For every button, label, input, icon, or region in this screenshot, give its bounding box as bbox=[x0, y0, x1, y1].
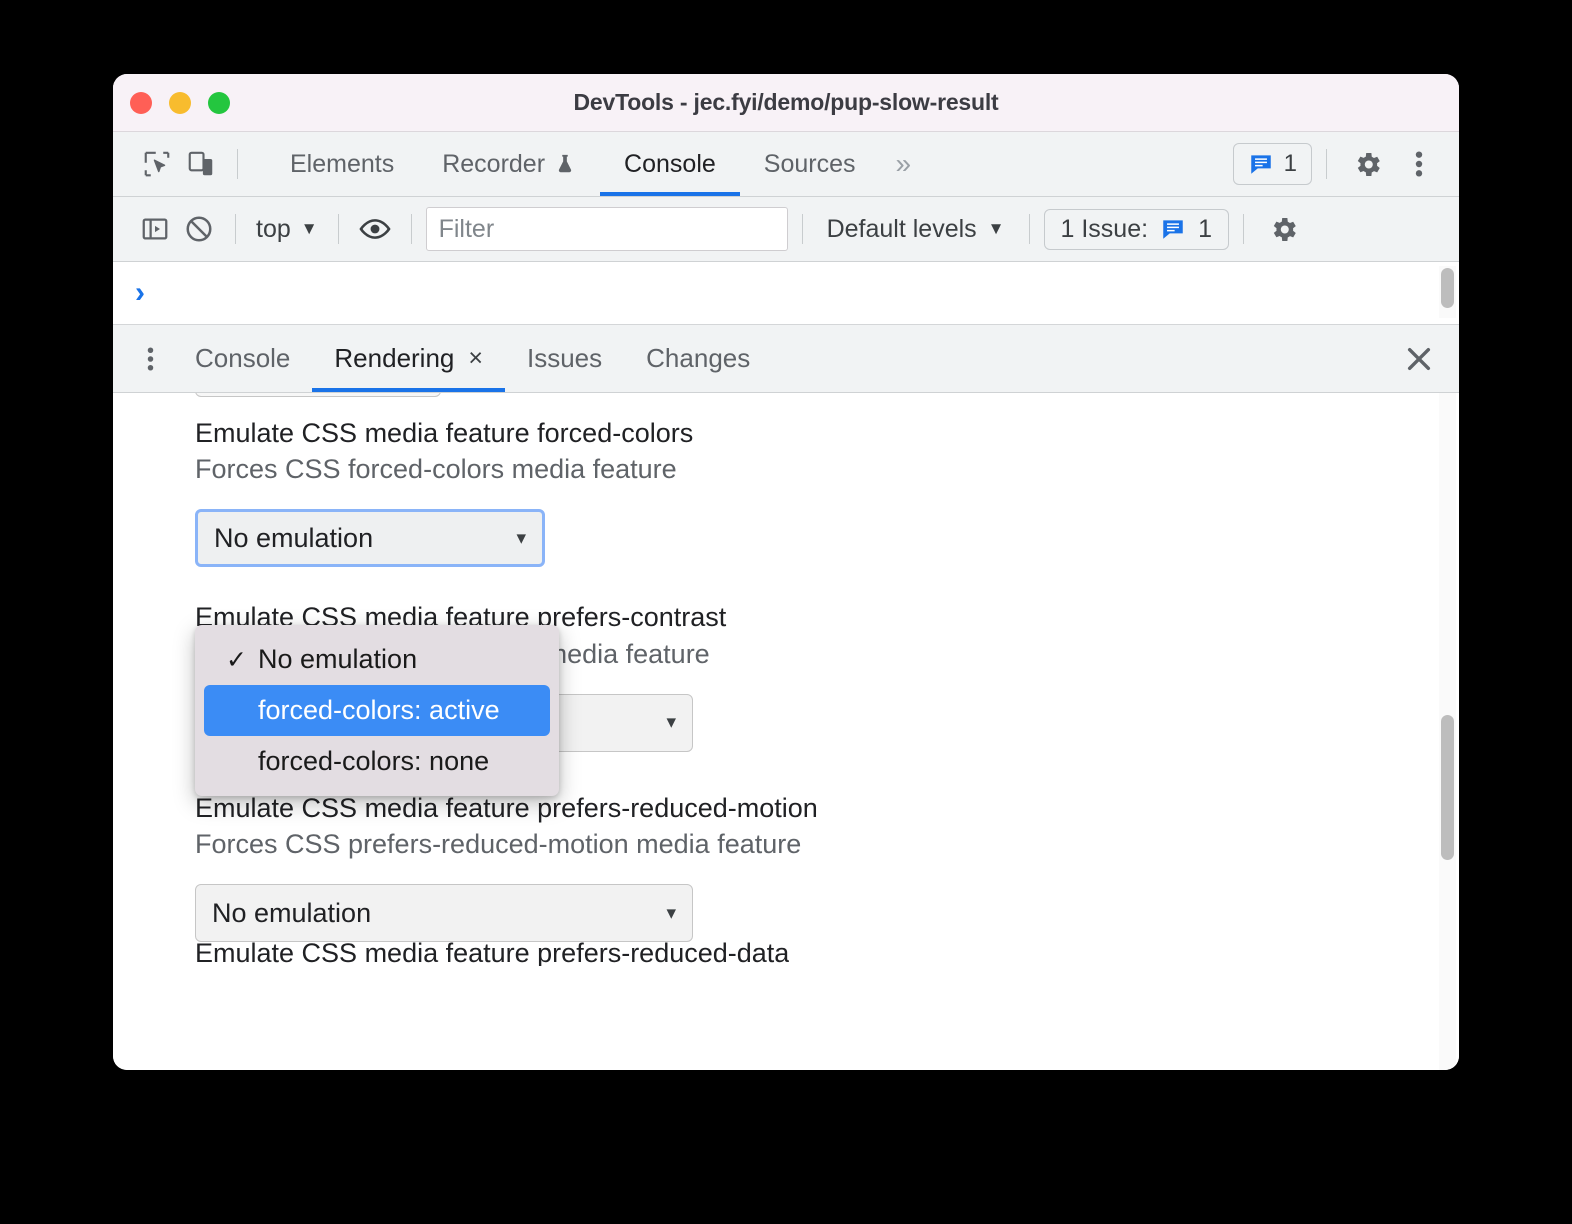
issue-message-icon bbox=[1248, 151, 1274, 177]
forced-colors-dropdown-menu[interactable]: ✓ No emulation forced-colors: active for… bbox=[195, 625, 559, 796]
drawer-tab-console-label: Console bbox=[195, 343, 291, 373]
search-input[interactable] bbox=[425, 207, 788, 251]
setting-forced-colors-description: Forces CSS forced-colors media feature bbox=[195, 454, 677, 485]
issues-counter-count: 1 bbox=[1198, 214, 1212, 243]
kebab-menu-icon[interactable] bbox=[1393, 141, 1445, 187]
inspect-element-icon[interactable] bbox=[135, 142, 179, 186]
experiment-flask-icon bbox=[554, 152, 576, 176]
close-window-button[interactable] bbox=[130, 91, 152, 114]
drawer-more-tools-kebab-icon[interactable] bbox=[127, 325, 173, 392]
chevron-down-icon: ▼ bbox=[300, 219, 318, 238]
setting-prefers-reduced-motion-description: Forces CSS prefers-reduced-motion media … bbox=[195, 828, 802, 859]
screenshot-stage: DevTools - jec.fyi/demo/pup-slow-result bbox=[0, 0, 1572, 1224]
log-levels-selector[interactable]: Default levels ▼ bbox=[817, 215, 1015, 244]
device-toolbar-icon[interactable] bbox=[179, 142, 223, 186]
console-sidebar-icon[interactable] bbox=[133, 207, 177, 251]
execution-context-label: top bbox=[256, 214, 291, 243]
issue-message-icon-small bbox=[1160, 216, 1186, 242]
rendering-panel-content: Emulate CSS media feature forced-colors … bbox=[113, 393, 1459, 966]
console-toolbar-divider-6 bbox=[1242, 214, 1244, 244]
window-titlebar: DevTools - jec.fyi/demo/pup-slow-result bbox=[113, 74, 1459, 132]
rendering-panel: Emulate CSS media feature forced-colors … bbox=[113, 393, 1459, 1070]
clear-console-icon[interactable] bbox=[177, 207, 221, 251]
drawer-tabbar: Console Rendering × Issues Changes bbox=[113, 325, 1459, 393]
window-title: DevTools - jec.fyi/demo/pup-slow-result bbox=[573, 89, 999, 115]
tab-recorder[interactable]: Recorder bbox=[418, 132, 600, 196]
chevron-down-icon-forced-colors: ▾ bbox=[516, 527, 526, 549]
dropdown-option-no-emulation-label: No emulation bbox=[258, 644, 418, 674]
drawer-tab-rendering-label: Rendering bbox=[334, 343, 455, 373]
zoom-window-button[interactable] bbox=[208, 91, 230, 114]
tab-sources-label: Sources bbox=[763, 149, 856, 178]
eye-icon[interactable] bbox=[353, 207, 397, 251]
issues-badge-button[interactable]: 1 bbox=[1232, 143, 1312, 185]
console-toolbar-divider-4 bbox=[801, 214, 803, 244]
dropdown-option-forced-colors-none-label: forced-colors: none bbox=[258, 746, 490, 776]
drawer-tab-issues-label: Issues bbox=[527, 343, 603, 373]
devtools-main-toolbar: Elements Recorder Console Sources » 1 bbox=[113, 132, 1459, 197]
drawer-tab-rendering-close-icon[interactable]: × bbox=[468, 346, 483, 371]
tab-sources[interactable]: Sources bbox=[740, 132, 880, 196]
console-prompt-chevron-icon: › bbox=[135, 276, 145, 309]
clipped-select-above[interactable] bbox=[195, 393, 441, 397]
setting-prefers-reduced-motion-select[interactable]: No emulation ▾ bbox=[195, 884, 693, 943]
rendering-panel-scrollbar[interactable] bbox=[1439, 393, 1456, 1070]
issues-badge-count: 1 bbox=[1283, 150, 1297, 177]
console-toolbar-divider-3 bbox=[410, 214, 412, 244]
tab-console[interactable]: Console bbox=[600, 132, 740, 196]
console-scrollbar-thumb[interactable] bbox=[1441, 268, 1454, 308]
issues-counter-button[interactable]: 1 Issue: 1 bbox=[1043, 208, 1229, 250]
window-controls bbox=[130, 91, 230, 114]
drawer-tab-rendering[interactable]: Rendering × bbox=[312, 325, 505, 392]
dropdown-option-forced-colors-active[interactable]: forced-colors: active bbox=[204, 685, 550, 736]
drawer-tab-changes[interactable]: Changes bbox=[624, 325, 772, 392]
dropdown-option-forced-colors-active-label: forced-colors: active bbox=[258, 695, 500, 725]
console-settings-gear-icon[interactable] bbox=[1258, 206, 1310, 252]
devtools-window: DevTools - jec.fyi/demo/pup-slow-result bbox=[113, 74, 1459, 1070]
dropdown-option-forced-colors-none[interactable]: forced-colors: none bbox=[204, 736, 550, 787]
checkmark-icon: ✓ bbox=[226, 645, 247, 674]
toolbar-divider-2 bbox=[1326, 149, 1327, 179]
execution-context-selector[interactable]: top ▼ bbox=[250, 215, 324, 244]
setting-prefers-reduced-motion-select-value: No emulation bbox=[212, 897, 372, 928]
console-toolbar-divider-2 bbox=[337, 214, 339, 244]
chevron-double-right-icon[interactable]: » bbox=[880, 132, 928, 196]
issues-counter-label: 1 Issue: bbox=[1060, 214, 1149, 243]
drawer-tab-console[interactable]: Console bbox=[173, 325, 312, 392]
console-toolbar-divider-5 bbox=[1028, 214, 1030, 244]
gear-icon[interactable] bbox=[1341, 141, 1393, 187]
minimize-window-button[interactable] bbox=[169, 91, 191, 114]
console-scrollbar[interactable] bbox=[1439, 266, 1456, 318]
setting-forced-colors-title: Emulate CSS media feature forced-colors bbox=[195, 418, 694, 448]
setting-forced-colors: Emulate CSS media feature forced-colors … bbox=[195, 393, 1459, 568]
tab-elements-label: Elements bbox=[290, 149, 395, 178]
chevron-down-icon-prefers-reduced-motion: ▾ bbox=[666, 902, 676, 924]
close-icon[interactable] bbox=[1395, 335, 1443, 383]
log-levels-label: Default levels bbox=[826, 214, 977, 243]
panel-tabs: Elements Recorder Console Sources » bbox=[266, 132, 927, 196]
console-prompt-row[interactable]: › bbox=[113, 262, 1459, 325]
tab-console-label: Console bbox=[624, 149, 716, 178]
setting-forced-colors-select-value: No emulation bbox=[214, 522, 374, 553]
toolbar-divider bbox=[237, 149, 238, 179]
console-filter-toolbar: top ▼ Default levels ▼ 1 Issue: bbox=[113, 197, 1459, 262]
drawer-tab-changes-label: Changes bbox=[646, 343, 751, 373]
setting-forced-colors-select[interactable]: No emulation ▾ bbox=[195, 509, 545, 568]
dropdown-option-no-emulation[interactable]: ✓ No emulation bbox=[204, 634, 550, 685]
chevron-down-icon-levels: ▼ bbox=[987, 219, 1005, 238]
chevron-down-icon-prefers-contrast: ▾ bbox=[666, 712, 676, 734]
rendering-panel-scrollbar-thumb[interactable] bbox=[1441, 715, 1454, 860]
tab-recorder-label: Recorder bbox=[442, 149, 546, 178]
tab-elements[interactable]: Elements bbox=[266, 132, 418, 196]
console-toolbar-divider-1 bbox=[235, 214, 236, 244]
setting-prefers-reduced-data-title-clipped: Emulate CSS media feature prefers-reduce… bbox=[195, 938, 790, 967]
drawer-tab-issues[interactable]: Issues bbox=[505, 325, 624, 392]
